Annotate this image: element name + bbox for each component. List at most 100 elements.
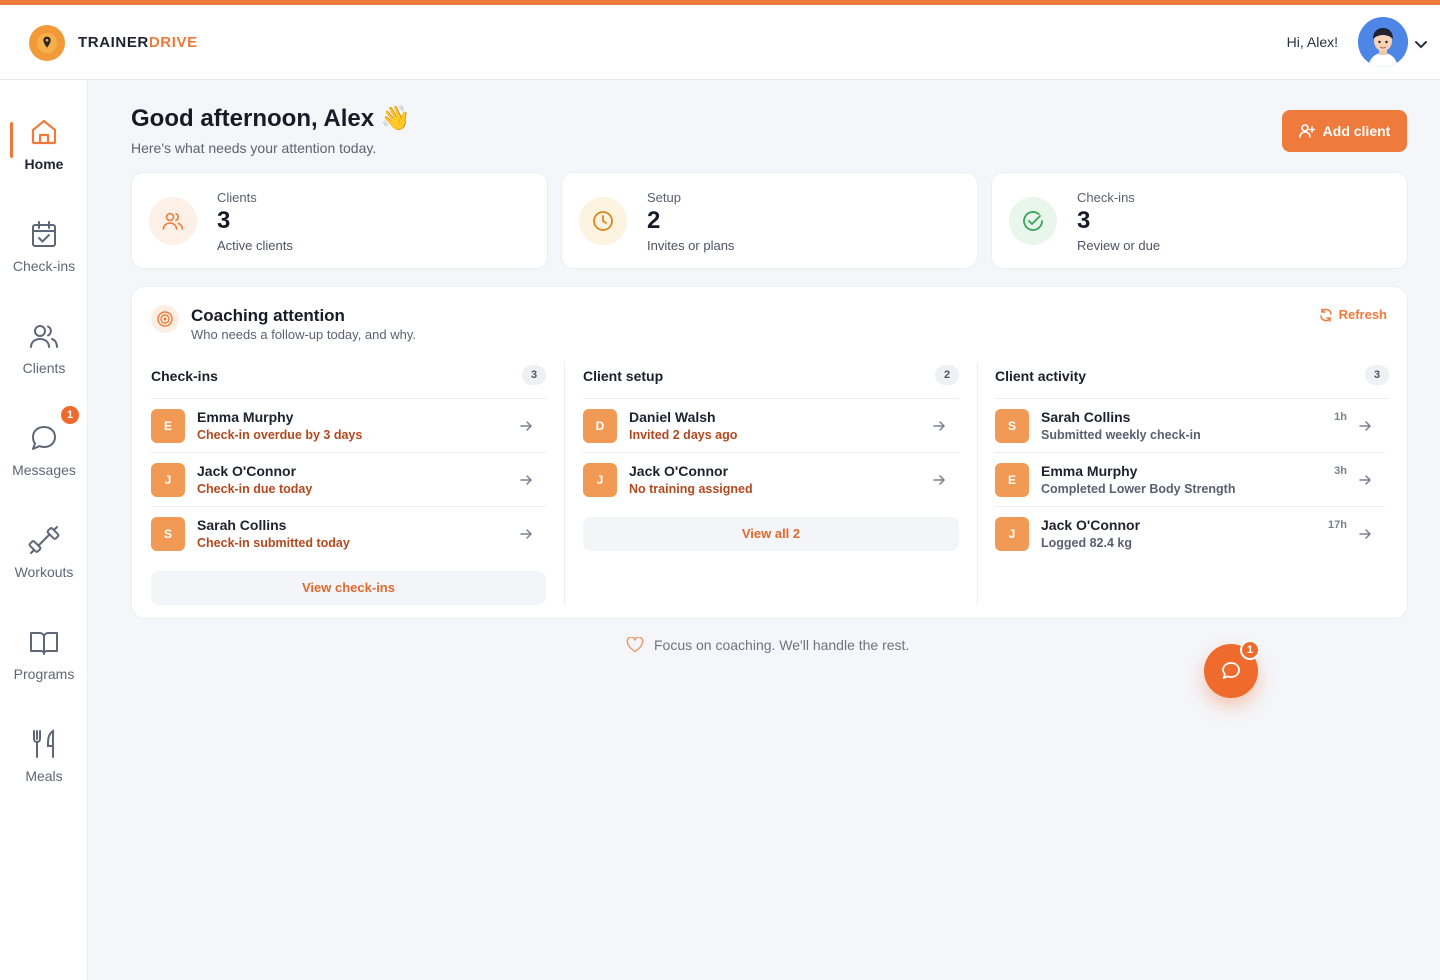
arrow-right-icon [933, 475, 946, 485]
messages-badge: 1 [61, 406, 79, 424]
client-name: Sarah Collins [1041, 409, 1131, 425]
activity-time: 17h [1328, 519, 1347, 531]
client-avatar: J [151, 463, 185, 497]
nav-item-programs[interactable]: Programs [0, 626, 88, 706]
activity-desc: Submitted weekly check-in [1041, 428, 1201, 442]
nav-item-home[interactable]: Home [0, 116, 88, 196]
footer-note: Focus on coaching. We'll handle the rest… [626, 637, 909, 653]
column-title: Client setup [583, 368, 664, 384]
section-subtitle: Who needs a follow-up today, and why. [191, 327, 416, 342]
client-name: Emma Murphy [1041, 463, 1138, 479]
client-name: Sarah Collins [197, 517, 287, 533]
nav-item-messages[interactable]: Messages [0, 422, 88, 502]
column-header: Check-ins 3 [151, 362, 546, 399]
stat-card-check-ins[interactable]: Check-ins 3 Review or due [991, 172, 1408, 269]
stat-title: Check-ins [1077, 190, 1135, 205]
nav-item-clients[interactable]: Clients [0, 320, 88, 400]
nav-item-meals[interactable]: Meals [0, 728, 88, 808]
stat-desc: Invites or plans [647, 238, 735, 253]
client-status: Invited 2 days ago [629, 428, 738, 442]
nav-label: Clients [22, 360, 66, 376]
stat-desc: Review or due [1077, 238, 1161, 253]
arrow-right-icon [520, 421, 533, 431]
check-ins-column: Check-ins 3 E Emma Murphy Check-in overd… [151, 362, 546, 605]
client-name: Daniel Walsh [629, 409, 716, 425]
count-badge: 3 [522, 365, 546, 385]
nav-label: Check-ins [12, 258, 76, 274]
client-status: No training assigned [629, 482, 753, 496]
column-header: Client setup 2 [583, 362, 959, 399]
list-item[interactable]: S Sarah Collins Check-in submitted today [151, 507, 546, 561]
client-avatar: S [995, 409, 1029, 443]
stat-value: 2 [647, 207, 661, 234]
chat-icon [1222, 662, 1240, 679]
sidebar: Home Check-ins Clients Messages Workouts… [0, 80, 88, 980]
client-activity-column: Client activity 3 S Sarah Collins Submit… [995, 362, 1389, 605]
client-avatar: J [995, 517, 1029, 551]
target-icon [151, 305, 179, 333]
nav-label: Programs [13, 666, 75, 682]
page-subtitle: Here's what needs your attention today. [131, 140, 377, 156]
client-name: Jack O'Connor [197, 463, 297, 479]
client-avatar: D [583, 409, 617, 443]
nav-item-check-ins[interactable]: Check-ins [0, 218, 88, 298]
activity-time: 1h [1334, 411, 1347, 423]
refresh-button[interactable]: Refresh [1319, 307, 1387, 322]
fab-notification-badge: 1 [1240, 640, 1260, 660]
utensils-icon [28, 728, 60, 760]
arrow-right-icon [1359, 421, 1372, 431]
calendar-check-icon [28, 218, 60, 250]
client-name: Emma Murphy [197, 409, 294, 425]
user-greeting: Hi, Alex! [1286, 34, 1338, 50]
column-divider [564, 362, 565, 605]
list-item[interactable]: S Sarah Collins Submitted weekly check-i… [995, 399, 1385, 453]
client-status: Check-in submitted today [197, 536, 350, 550]
client-avatar: J [583, 463, 617, 497]
users-icon [149, 197, 197, 245]
client-avatar: E [151, 409, 185, 443]
client-status: Check-in overdue by 3 days [197, 428, 363, 442]
home-icon [28, 116, 60, 148]
column-title: Client activity [995, 368, 1087, 384]
stat-value: 3 [1077, 207, 1091, 234]
stat-title: Clients [217, 190, 257, 205]
stat-card-setup[interactable]: Setup 2 Invites or plans [561, 172, 978, 269]
stat-value: 3 [217, 207, 231, 234]
column-header: Client activity 3 [995, 362, 1389, 399]
arrow-right-icon [933, 421, 946, 431]
client-name: Jack O'Connor [629, 463, 729, 479]
nav-label: Meals [25, 768, 63, 784]
nav-label: Home [24, 156, 64, 172]
brand-name: TRAINERDRIVE [78, 34, 198, 51]
nav-item-workouts[interactable]: Workouts [0, 524, 88, 604]
list-item[interactable]: E Emma Murphy Completed Lower Body Stren… [995, 453, 1385, 507]
client-avatar: E [995, 463, 1029, 497]
view-all-setup-button[interactable]: View all 2 [583, 517, 959, 551]
add-client-button[interactable]: Add client [1282, 110, 1407, 152]
view-check-ins-button[interactable]: View check-ins [151, 571, 546, 605]
clock-icon [579, 197, 627, 245]
user-avatar[interactable] [1358, 17, 1408, 67]
nav-label: Messages [12, 462, 76, 478]
arrow-right-icon [520, 529, 533, 539]
coaching-attention-card: Coaching attention Who needs a follow-up… [131, 286, 1408, 619]
count-badge: 2 [935, 365, 959, 385]
nav-label: Workouts [14, 564, 74, 580]
list-item[interactable]: E Emma Murphy Check-in overdue by 3 days [151, 399, 546, 453]
refresh-icon [1319, 307, 1332, 322]
list-item[interactable]: J Jack O'Connor Check-in due today [151, 453, 546, 507]
list-item[interactable]: J Jack O'Connor Logged 82.4 kg 17h [995, 507, 1385, 561]
list-item[interactable]: D Daniel Walsh Invited 2 days ago [583, 399, 959, 453]
logo-icon[interactable] [29, 25, 65, 61]
arrow-right-icon [1359, 475, 1372, 485]
count-badge: 3 [1365, 365, 1389, 385]
stat-desc: Active clients [217, 238, 293, 253]
page-title: Good afternoon, Alex 👋 [131, 105, 411, 132]
heart-icon [626, 637, 644, 653]
list-item[interactable]: J Jack O'Connor No training assigned [583, 453, 959, 507]
book-icon [28, 626, 60, 658]
users-icon [28, 320, 60, 352]
stat-card-clients[interactable]: Clients 3 Active clients [131, 172, 548, 269]
chevron-down-icon[interactable] [1414, 37, 1428, 55]
arrow-right-icon [1359, 529, 1372, 539]
